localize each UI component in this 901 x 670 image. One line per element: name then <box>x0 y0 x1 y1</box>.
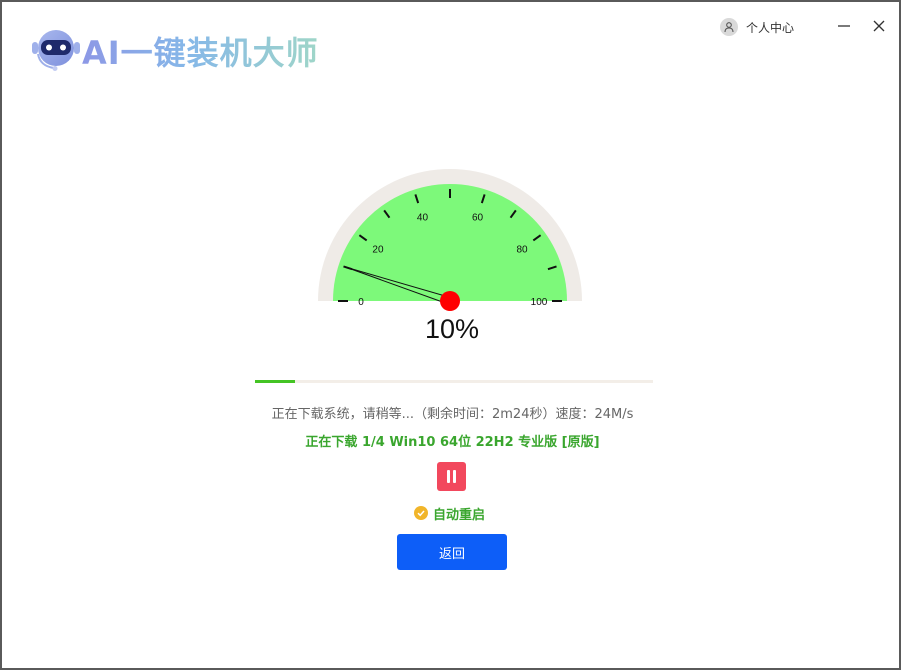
pause-button[interactable] <box>437 462 466 491</box>
back-button[interactable]: 返回 <box>397 534 507 570</box>
user-icon <box>720 18 738 36</box>
robot-logo-icon <box>32 30 80 71</box>
pause-icon <box>447 470 450 483</box>
auto-restart-label: 自动重启 <box>433 507 486 523</box>
gauge-tick-label: 80 <box>516 245 528 256</box>
app-window: AI一键装机大师 个人中心 0 20 40 60 80 100 10% 正在下载… <box>0 0 901 670</box>
close-icon <box>873 20 885 32</box>
download-status-text: 正在下载系统，请稍等...（剩余时间：2m24秒）速度：24M/s <box>271 407 634 422</box>
gauge-tick-label: 20 <box>372 245 384 256</box>
gauge-tick-label: 100 <box>531 297 548 308</box>
download-item-text: 正在下载 1/4 Win10 64位 22H2 专业版 [原版] <box>305 435 600 450</box>
pause-icon <box>453 470 456 483</box>
gauge-needle-cap <box>440 291 460 311</box>
user-center-button[interactable]: 个人中心 <box>720 16 794 38</box>
gauge-tick-label: 60 <box>472 212 484 223</box>
progress-bar-fill <box>255 380 295 383</box>
app-logo: AI一键装机大师 <box>30 24 360 76</box>
gauge-tick-label: 0 <box>358 297 364 308</box>
close-button[interactable] <box>871 18 887 34</box>
minimize-icon <box>838 25 850 27</box>
check-icon <box>414 506 428 520</box>
progress-percent: 10% <box>424 314 480 344</box>
gauge-tick-label: 40 <box>417 212 429 223</box>
minimize-button[interactable] <box>836 18 852 34</box>
app-title: AI一键装机大师 <box>82 28 319 74</box>
auto-restart-checkbox[interactable]: 自动重启 <box>414 504 486 523</box>
user-center-label: 个人中心 <box>746 20 795 35</box>
progress-bar <box>255 380 653 383</box>
